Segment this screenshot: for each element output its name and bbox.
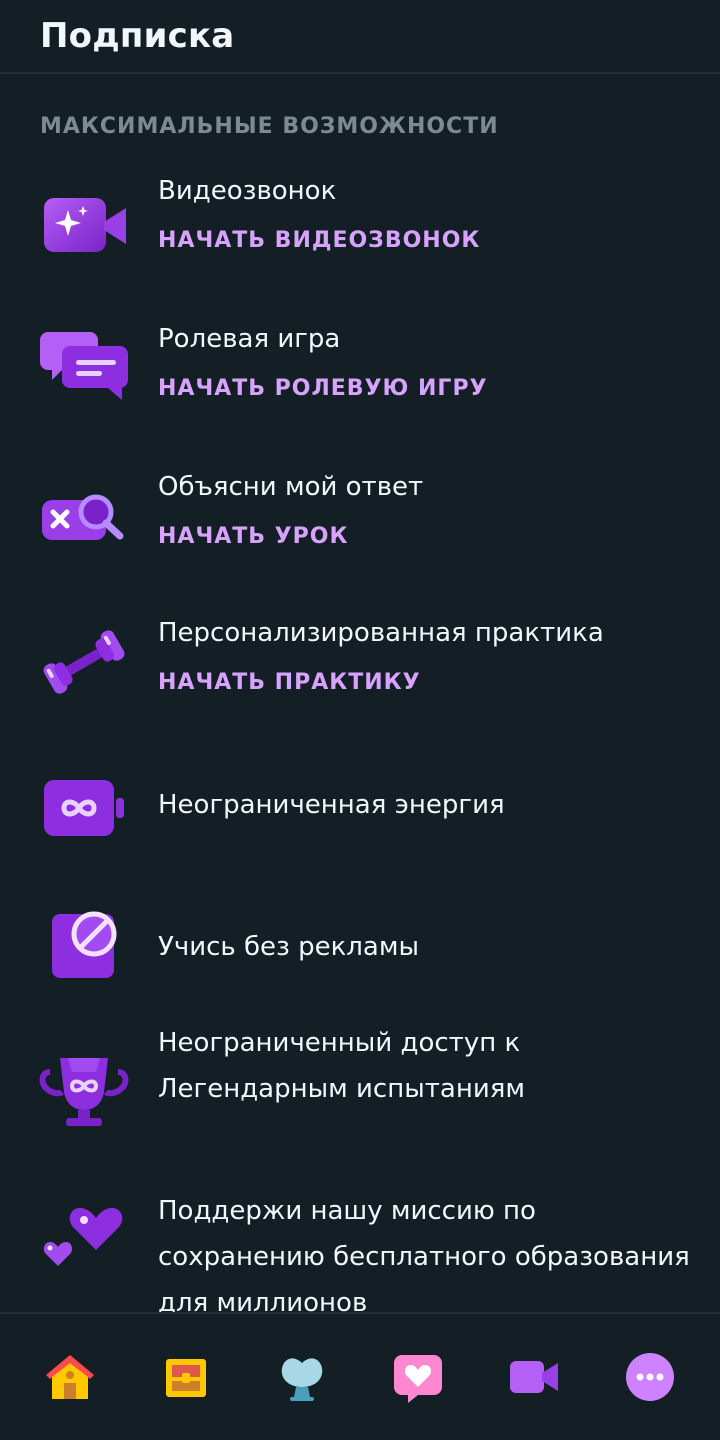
start-video-call-button[interactable]: НАЧАТЬ ВИДЕОЗВОНОК xyxy=(158,228,480,253)
feature-role-play: Ролевая игра НАЧАТЬ РОЛЕВУЮ ИГРУ xyxy=(0,316,720,436)
features-list[interactable]: МАКСИМАЛЬНЫЕ ВОЗМОЖНОСТИ Видеозвонок НАЧ… xyxy=(0,76,720,1312)
start-practice-button[interactable]: НАЧАТЬ ПРАКТИКУ xyxy=(158,670,421,695)
feature-title: Неограниченный доступ к Легендарным испы… xyxy=(158,1028,525,1104)
tab-more[interactable] xyxy=(610,1337,690,1417)
dumbbell-icon xyxy=(38,622,130,702)
start-role-play-button[interactable]: НАЧАТЬ РОЛЕВУЮ ИГРУ xyxy=(158,376,488,401)
header: Подписка xyxy=(0,0,720,74)
video-icon xyxy=(510,1361,558,1393)
video-sparkle-icon xyxy=(38,184,130,264)
feature-title: Видеозвонок xyxy=(158,176,337,206)
feature-title: Ролевая игра xyxy=(158,324,341,354)
bottom-tab-bar xyxy=(0,1312,720,1440)
feature-title: Учись без рекламы xyxy=(158,932,420,962)
feature-title: Объясни мой ответ xyxy=(158,472,424,502)
section-title: МАКСИМАЛЬНЫЕ ВОЗМОЖНОСТИ xyxy=(40,114,499,139)
feature-no-ads: Учись без рекламы xyxy=(0,902,720,1002)
start-lesson-button[interactable]: НАЧАТЬ УРОК xyxy=(158,524,348,549)
tab-heart[interactable] xyxy=(378,1337,458,1417)
feature-legendary-challenges: Неограниченный доступ к Легендарным испы… xyxy=(0,1028,720,1162)
tab-video[interactable] xyxy=(494,1337,574,1417)
page-title: Подписка xyxy=(40,16,235,56)
hearts-icon xyxy=(38,1196,130,1276)
tab-home[interactable] xyxy=(30,1337,110,1417)
feature-title: Неограниченная энергия xyxy=(158,790,505,820)
feature-support-mission: Поддержи нашу миссию по сохранению беспл… xyxy=(0,1188,720,1312)
infinity-battery-icon xyxy=(38,768,130,848)
heart-card-icon xyxy=(394,1355,442,1403)
tab-shell[interactable] xyxy=(262,1337,342,1417)
home-icon xyxy=(46,1355,94,1399)
no-ads-icon xyxy=(38,908,130,988)
feature-personalized-practice: Персонализированная практика НАЧАТЬ ПРАК… xyxy=(0,610,720,730)
explain-search-icon xyxy=(38,476,130,556)
feature-explain-answer: Объясни мой ответ НАЧАТЬ УРОК xyxy=(0,464,720,584)
feature-unlimited-energy: Неограниченная энергия xyxy=(0,758,720,858)
trophy-infinity-icon xyxy=(38,1048,130,1128)
more-icon xyxy=(626,1353,674,1401)
chat-bubbles-icon xyxy=(38,328,130,408)
shell-icon xyxy=(281,1358,323,1401)
feature-title: Поддержи нашу миссию по сохранению беспл… xyxy=(158,1196,690,1312)
feature-video-call: Видеозвонок НАЧАТЬ ВИДЕОЗВОНОК xyxy=(0,168,720,288)
chest-icon xyxy=(166,1359,206,1397)
feature-title: Персонализированная практика xyxy=(158,618,604,648)
tab-chest[interactable] xyxy=(146,1337,226,1417)
